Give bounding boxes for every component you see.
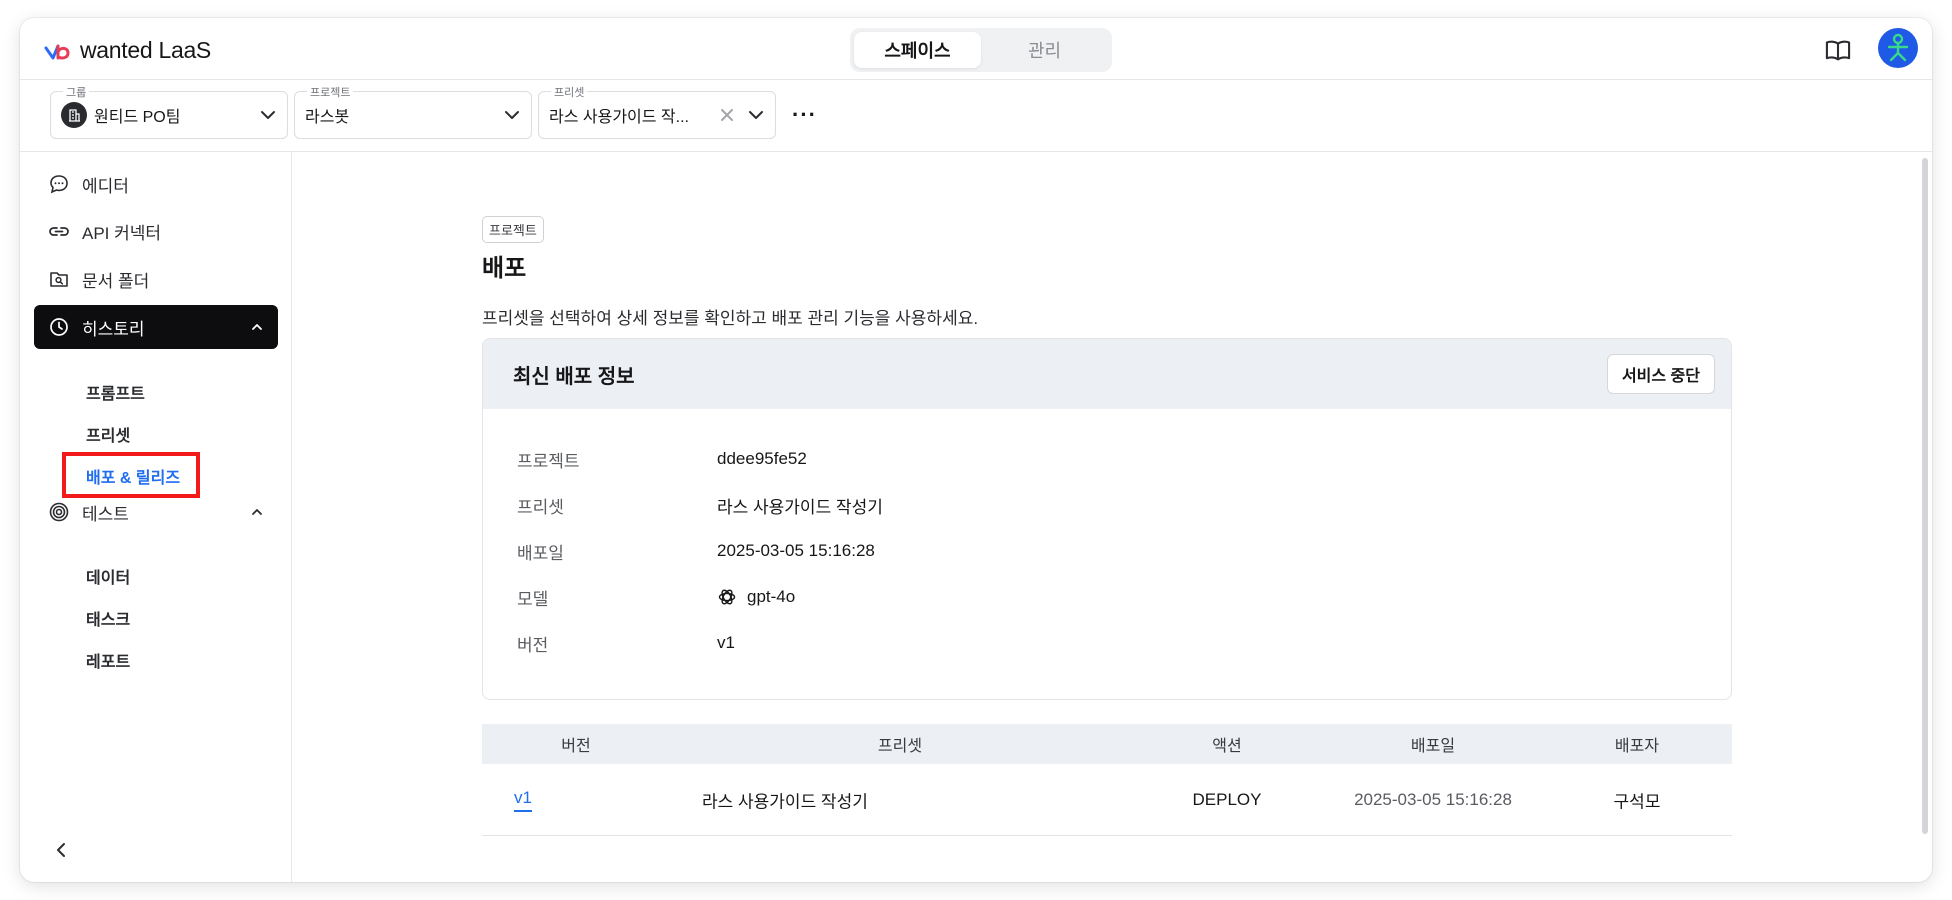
sidebar-item-api-connector[interactable]: API 커넥터 (34, 209, 278, 253)
folder-search-icon (48, 268, 70, 290)
info-row-deploy-date: 배포일 2025-03-05 15:16:28 (517, 539, 875, 563)
logo[interactable]: wanted LaaS (44, 36, 211, 64)
card-header: 최신 배포 정보 서비스 중단 (483, 339, 1731, 409)
sidebar-item-test[interactable]: 테스트 (34, 490, 278, 534)
avatar[interactable] (1878, 28, 1918, 68)
column-header: 액션 (1212, 738, 1242, 755)
table-row[interactable]: v1 라스 사용가이드 작성기 DEPLOY 2025-03-05 15:16:… (482, 764, 1732, 836)
info-value: 라스 사용가이드 작성기 (717, 497, 883, 517)
column-header: 버전 (561, 738, 591, 755)
main-content: 프로젝트 배포 프리셋을 선택하여 상세 정보를 확인하고 배포 관리 기능을 … (292, 152, 1932, 882)
latest-deploy-card: 최신 배포 정보 서비스 중단 프로젝트 ddee95fe52 프리셋 라스 사… (482, 338, 1732, 700)
page-description: 프리셋을 선택하여 상세 정보를 확인하고 배포 관리 기능을 사용하세요. (482, 309, 979, 328)
top-bar: wanted LaaS 스페이스 관리 (20, 18, 1932, 80)
table-cell: 2025-03-05 15:16:28 (1354, 789, 1512, 809)
sidebar-item-label: 문서 폴더 (82, 271, 150, 291)
sidebar-sub-report[interactable]: 레포트 (86, 648, 130, 672)
clear-icon[interactable] (719, 107, 735, 123)
info-row-preset: 프리셋 라스 사용가이드 작성기 (517, 493, 883, 517)
sidebar-item-doc-folder[interactable]: 문서 폴더 (34, 257, 278, 301)
tab-admin[interactable]: 관리 (981, 32, 1108, 68)
deploy-history-table: 버전 프리셋 액션 배포일 배포자 v1 라스 사용가이드 작성기 DEPLOY… (482, 724, 1732, 836)
sidebar-item-editor[interactable]: 에디터 (34, 162, 278, 206)
preset-select[interactable]: 프리셋 라스 사용가이드 작... (538, 84, 776, 139)
sidebar-item-history[interactable]: 히스토리 (34, 305, 278, 349)
model-name: gpt-4o (747, 587, 796, 606)
collapse-sidebar-icon[interactable] (52, 840, 72, 860)
info-key: 프리셋 (517, 497, 564, 517)
brand-name: wanted LaaS (80, 36, 211, 63)
table-cell: DEPLOY (1192, 789, 1262, 809)
chevron-up-icon (252, 509, 262, 515)
table-cell: 라스 사용가이드 작성기 (702, 792, 868, 811)
table-header: 버전 프리셋 액션 배포일 배포자 (482, 724, 1732, 764)
info-row-version: 버전 v1 (517, 631, 735, 655)
info-value: ddee95fe52 (717, 449, 807, 468)
info-key: 모델 (517, 589, 549, 609)
user-figure-icon (1887, 33, 1909, 62)
sidebar-item-label: 히스토리 (82, 319, 145, 339)
openai-icon (718, 589, 736, 605)
column-header: 프리셋 (877, 738, 923, 755)
column-header: 배포자 (1614, 738, 1660, 755)
space-admin-switch: 스페이스 관리 (850, 28, 1112, 72)
project-select-label: 프로젝트 (307, 84, 354, 100)
chevron-down-icon (261, 111, 275, 119)
info-key: 프로젝트 (517, 451, 580, 471)
sidebar-item-label: API 커넥터 (82, 223, 162, 243)
section-badge: 프로젝트 (482, 216, 544, 243)
info-key: 배포일 (517, 543, 564, 563)
group-select-label: 그룹 (63, 84, 90, 100)
selector-bar: 그룹 원티드 PO팀 프로젝트 라스봇 프리셋 라스 사용가이드 작... ··… (20, 80, 1932, 152)
info-value: v1 (717, 633, 735, 652)
info-value: gpt-4o (717, 587, 795, 607)
preset-select-label: 프리셋 (551, 84, 588, 100)
app-window: wanted LaaS 스페이스 관리 그룹 원티드 PO팀 프로젝트 라스봇 … (20, 18, 1932, 882)
info-row-model: 모델 gpt-4o (517, 585, 795, 609)
stop-service-button[interactable]: 서비스 중단 (1606, 354, 1715, 394)
link-icon (48, 220, 70, 242)
chevron-down-icon (749, 111, 763, 119)
building-icon (61, 102, 87, 128)
table-cell: 구석모 (1613, 792, 1661, 811)
version-link[interactable]: v1 (514, 788, 532, 812)
info-row-project: 프로젝트 ddee95fe52 (517, 447, 807, 471)
group-select[interactable]: 그룹 원티드 PO팀 (50, 84, 288, 139)
scrollbar[interactable] (1922, 158, 1928, 834)
info-key: 버전 (517, 635, 549, 655)
project-select-value: 라스봇 (305, 109, 350, 126)
wanted-logo-icon (44, 44, 70, 60)
sidebar-sub-data[interactable]: 데이터 (86, 564, 130, 588)
card-title: 최신 배포 정보 (513, 365, 635, 388)
book-icon[interactable] (1824, 36, 1852, 64)
more-options-button[interactable]: ··· (792, 102, 817, 128)
page-title: 배포 (482, 255, 527, 282)
target-icon (48, 501, 70, 523)
column-header: 배포일 (1410, 738, 1456, 755)
preset-select-value: 라스 사용가이드 작... (549, 109, 689, 126)
sidebar-item-label: 에디터 (82, 176, 129, 196)
info-value: 2025-03-05 15:16:28 (717, 541, 875, 560)
sidebar-item-label: 테스트 (82, 504, 129, 524)
tab-space[interactable]: 스페이스 (854, 32, 981, 68)
chevron-up-icon (252, 324, 262, 330)
sidebar: 에디터 API 커넥터 문서 폴더 히스토리 프롬프트 프리셋 배포 & 릴리즈 (20, 152, 292, 882)
clock-icon (48, 316, 70, 338)
sidebar-sub-preset[interactable]: 프리셋 (86, 422, 130, 446)
chevron-down-icon (505, 111, 519, 119)
group-select-value: 원티드 PO팀 (94, 109, 181, 126)
project-select[interactable]: 프로젝트 라스봇 (294, 84, 532, 139)
chat-bubble-icon (48, 173, 70, 195)
sidebar-sub-task[interactable]: 태스크 (86, 606, 130, 630)
sidebar-sub-prompt[interactable]: 프롬프트 (86, 380, 145, 404)
